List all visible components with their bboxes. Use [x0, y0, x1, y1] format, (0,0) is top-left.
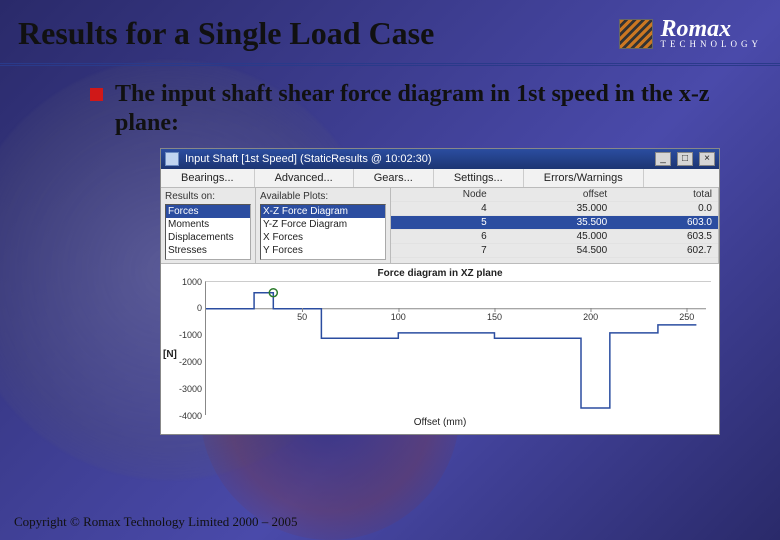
- x-tick: 200: [583, 312, 598, 322]
- chart-panel: Force diagram in XZ plane [N] 10000-1000…: [161, 264, 719, 434]
- x-tick: 100: [391, 312, 406, 322]
- menu-errors[interactable]: Errors/Warnings: [524, 169, 644, 187]
- list-item[interactable]: Z Forces: [261, 257, 385, 260]
- y-tick: 1000: [172, 277, 202, 287]
- table-row[interactable]: 4 35.000 0.0: [391, 201, 718, 215]
- chart-plot: 10000-1000-2000-3000-400050100150200250: [205, 281, 711, 415]
- window-titlebar[interactable]: Input Shaft [1st Speed] (StaticResults @…: [161, 149, 719, 169]
- table-row[interactable]: 7 54.500 602.7: [391, 243, 718, 257]
- results-listbox[interactable]: Forces Moments Displacements Stresses: [165, 204, 251, 260]
- logo-subtext: TECHNOLOGY: [661, 40, 763, 48]
- list-item[interactable]: Forces: [166, 205, 250, 218]
- window-menubar: Bearings... Advanced... Gears... Setting…: [161, 169, 719, 188]
- th-node: Node: [391, 188, 493, 202]
- logo-mark-icon: [619, 19, 653, 49]
- list-item[interactable]: X Forces: [261, 231, 385, 244]
- bullet-square-icon: [90, 88, 103, 101]
- embedded-window: Input Shaft [1st Speed] (StaticResults @…: [160, 148, 720, 435]
- plots-listbox[interactable]: X-Z Force Diagram Y-Z Force Diagram X Fo…: [260, 204, 386, 260]
- list-item[interactable]: Stresses: [166, 244, 250, 257]
- brand-logo: Romax TECHNOLOGY: [619, 19, 763, 49]
- slide-header: Results for a Single Load Case Romax TEC…: [0, 0, 780, 66]
- y-tick: -1000: [172, 330, 202, 340]
- slide-title: Results for a Single Load Case: [18, 15, 434, 52]
- app-icon: [165, 152, 179, 166]
- list-item[interactable]: Y Forces: [261, 244, 385, 257]
- y-tick: -2000: [172, 357, 202, 367]
- available-plots-label: Available Plots:: [260, 191, 386, 202]
- bullet-text: The input shaft shear force diagram in 1…: [115, 80, 740, 138]
- node-table[interactable]: Node offset total 4 35.000 0.0 5 35.500 …: [391, 188, 718, 258]
- list-item[interactable]: Moments: [166, 218, 250, 231]
- th-offset: offset: [493, 188, 614, 202]
- copyright-footer: Copyright © Romax Technology Limited 200…: [14, 514, 298, 530]
- x-tick: 50: [297, 312, 307, 322]
- chart-title: Force diagram in XZ plane: [169, 268, 711, 279]
- bullet-item: The input shaft shear force diagram in 1…: [90, 80, 740, 138]
- menu-settings[interactable]: Settings...: [434, 169, 524, 187]
- table-header: Node offset total: [391, 188, 718, 202]
- results-on-label: Results on:: [165, 191, 251, 202]
- x-tick: 150: [487, 312, 502, 322]
- list-item[interactable]: X-Z Force Diagram: [261, 205, 385, 218]
- x-tick: 250: [679, 312, 694, 322]
- x-axis-label: Offset (mm): [169, 417, 711, 428]
- menu-gears[interactable]: Gears...: [354, 169, 434, 187]
- close-button[interactable]: ×: [699, 152, 715, 166]
- y-tick: -4000: [172, 411, 202, 421]
- menu-bearings[interactable]: Bearings...: [161, 169, 255, 187]
- logo-text: Romax: [661, 19, 763, 41]
- list-item[interactable]: Displacements: [166, 231, 250, 244]
- minimize-button[interactable]: _: [655, 152, 671, 166]
- th-total: total: [613, 188, 718, 202]
- chart-svg: [206, 282, 706, 416]
- maximize-button[interactable]: □: [677, 152, 693, 166]
- y-tick: -3000: [172, 384, 202, 394]
- table-row[interactable]: 5 35.500 603.0: [391, 215, 718, 229]
- menu-advanced[interactable]: Advanced...: [255, 169, 354, 187]
- y-tick: 0: [172, 303, 202, 313]
- list-item[interactable]: Y-Z Force Diagram: [261, 218, 385, 231]
- window-title: Input Shaft [1st Speed] (StaticResults @…: [185, 153, 649, 165]
- table-row[interactable]: 6 45.000 603.5: [391, 229, 718, 243]
